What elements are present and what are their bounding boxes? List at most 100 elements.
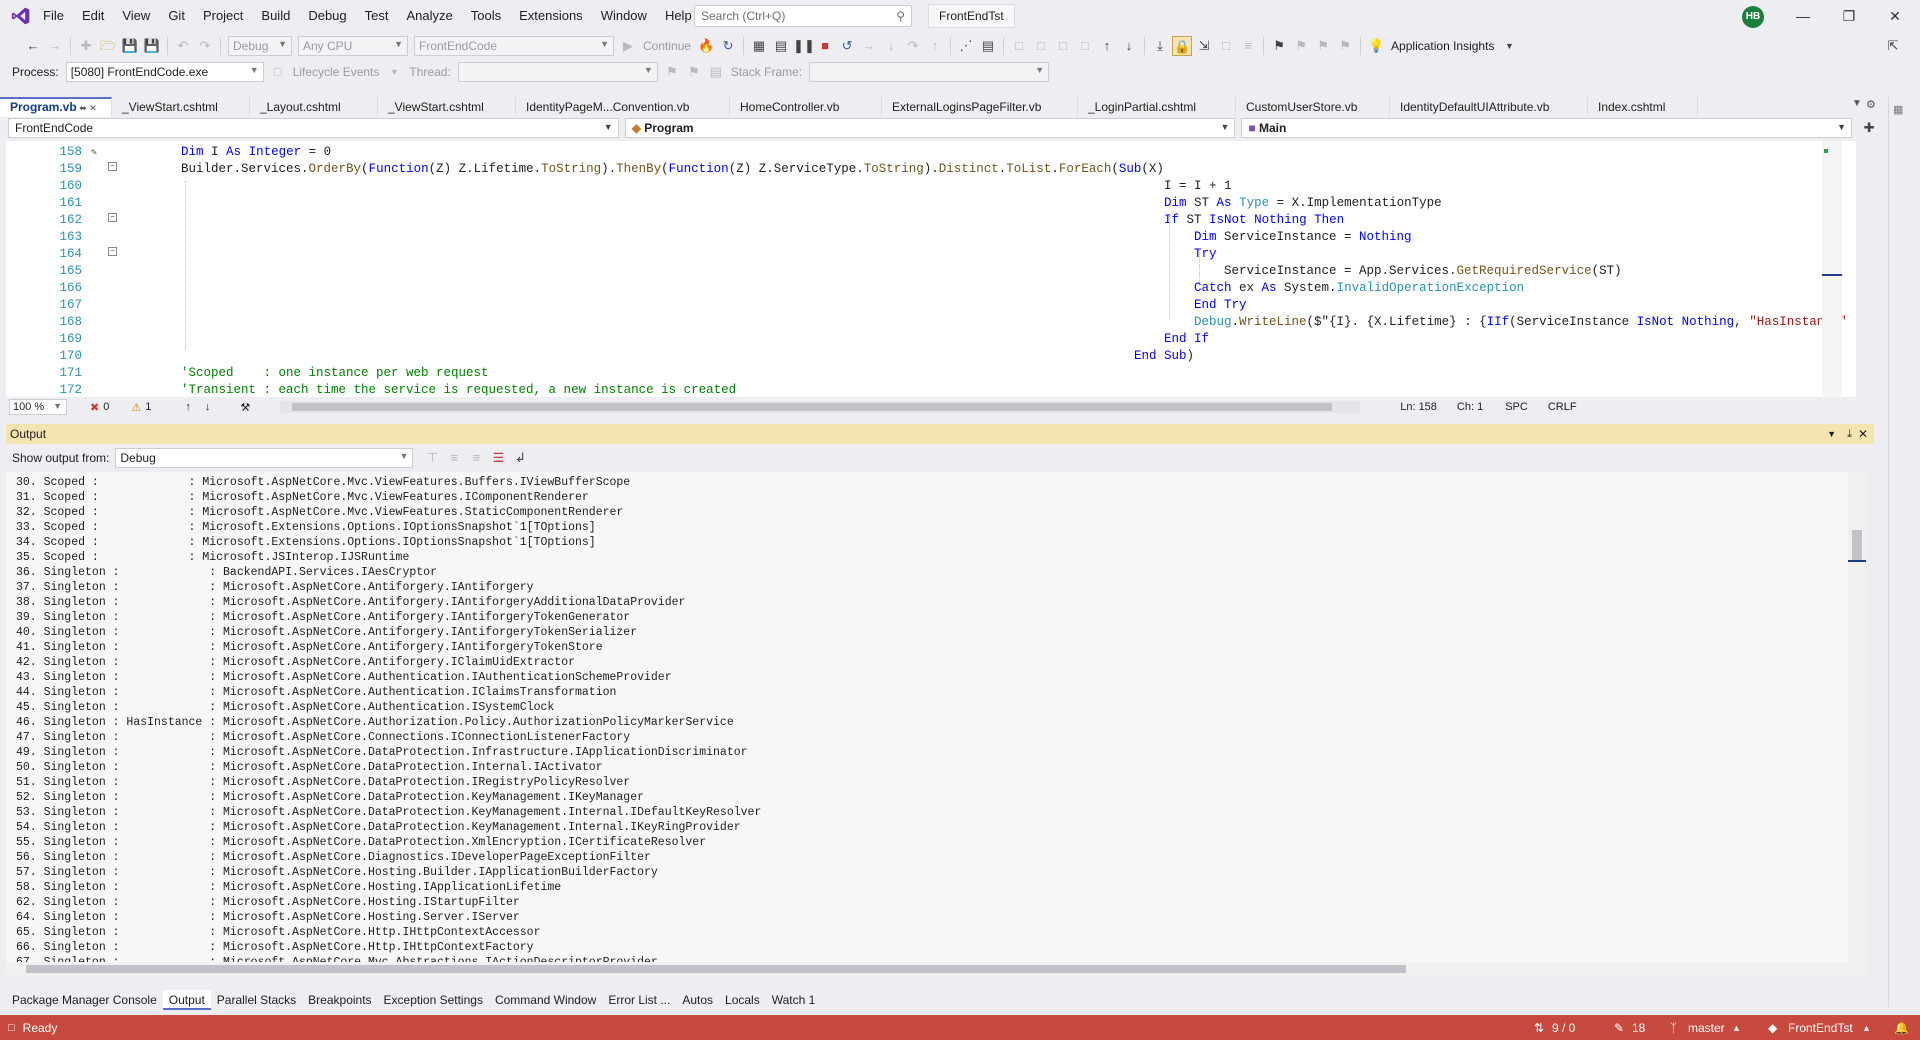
branch-name[interactable]: master — [1688, 1021, 1725, 1035]
minimize-icon[interactable]: — — [1780, 0, 1826, 32]
tool-window-tab[interactable]: Autos — [676, 990, 719, 1010]
tool-window-tab[interactable]: Parallel Stacks — [211, 990, 302, 1010]
tool-window-tab[interactable]: Package Manager Console — [6, 990, 163, 1010]
output-text-area[interactable]: 30. Scoped : : Microsoft.AspNetCore.Mvc.… — [6, 472, 1866, 976]
editor-horizontal-scrollbar[interactable] — [280, 401, 1361, 413]
flag-thread-icon[interactable]: ⚑ — [662, 62, 682, 82]
close-tab-icon[interactable]: ⬌ ✕ — [77, 103, 97, 113]
platform-dropdown[interactable]: Any CPU ▼ — [298, 36, 408, 56]
align-icon[interactable]: ≡ — [1238, 36, 1258, 56]
class-dropdown[interactable]: ◆ Program ▼ — [624, 118, 1236, 138]
code-line[interactable]: 160 I = I + 1 — [6, 178, 1856, 195]
code-line[interactable]: 172 'Transient : each time the service is… — [6, 382, 1856, 397]
code-line[interactable]: 159 Builder.Services.OrderBy(Function(Z) … — [6, 161, 1856, 178]
continue-button[interactable]: Continue — [643, 39, 691, 53]
document-tab[interactable]: IdentityPageM...Convention.vb — [516, 97, 730, 117]
menu-view[interactable]: View — [113, 0, 159, 32]
tool-window-tab[interactable]: Error List ... — [602, 990, 676, 1010]
line-ending-indicator[interactable]: CRLF — [1548, 401, 1577, 413]
git-sync-icon[interactable]: ⇅ — [1534, 1021, 1544, 1035]
error-icon[interactable]: ✖ — [90, 401, 99, 414]
show-next-statement-icon[interactable]: → — [859, 36, 879, 56]
document-tab[interactable]: _Layout.cshtml — [250, 97, 378, 117]
git-sync-count[interactable]: 9 / 0 — [1552, 1021, 1575, 1035]
pin-icon[interactable]: ⤓ — [1847, 428, 1852, 441]
code-line[interactable]: 163 Dim ServiceInstance = Nothing — [6, 229, 1856, 246]
avatar[interactable]: HB — [1742, 6, 1764, 28]
document-tab[interactable]: CustomUserStore.vb — [1236, 97, 1390, 117]
tool-window-tab[interactable]: Watch 1 — [766, 990, 822, 1010]
startup-project-dropdown[interactable]: FrontEndCode ▼ — [414, 36, 614, 56]
tool-window-tab[interactable]: Output — [162, 990, 211, 1010]
move-down-icon[interactable]: ↓ — [1119, 36, 1139, 56]
clear-bookmarks-icon[interactable]: ⚑ — [1335, 36, 1355, 56]
restore-icon[interactable]: ❐ — [1826, 0, 1872, 32]
tool-window-tab[interactable]: Command Window — [489, 990, 602, 1010]
menu-git[interactable]: Git — [159, 0, 194, 32]
member-dropdown[interactable]: ■ Main ▼ — [1241, 118, 1853, 138]
stack-frame-dropdown[interactable]: ▼ — [809, 62, 1050, 82]
close-icon[interactable]: ✕ — [1872, 0, 1918, 32]
pin-icon[interactable]: ⤓ — [1150, 36, 1170, 56]
pencil-icon[interactable]: ✎ — [1614, 1021, 1624, 1035]
scrollbar-thumb[interactable] — [26, 965, 1406, 973]
output-horizontal-scrollbar[interactable] — [6, 962, 1866, 976]
document-tab[interactable]: _ViewStart.cshtml — [378, 97, 516, 117]
solution-name-badge[interactable]: FrontEndTst — [928, 4, 1015, 28]
thread-dropdown[interactable]: ▼ — [457, 62, 658, 82]
chevron-down-icon[interactable]: ▼ — [1827, 429, 1836, 439]
document-tab[interactable]: Index.cshtml — [1588, 97, 1698, 117]
code-line[interactable]: 169 End If — [6, 331, 1856, 348]
chevron-up-icon[interactable]: ▲ — [1732, 1023, 1741, 1033]
menu-debug[interactable]: Debug — [299, 0, 355, 32]
code-line[interactable]: 168 Debug.WriteLine($"{I}. {X.Lifetime} :… — [6, 314, 1856, 331]
line-indicator[interactable]: Ln: 158 — [1400, 401, 1437, 413]
code-line[interactable]: 171 'Scoped : one instance per web reques… — [6, 365, 1856, 382]
fold-toggle-icon[interactable]: − — [108, 213, 117, 222]
previous-issue-icon[interactable]: ↑ — [185, 401, 191, 413]
code-line[interactable]: 166 Catch ex As System.InvalidOperationEx… — [6, 280, 1856, 297]
prev-bookmark-icon[interactable]: ⚑ — [1291, 36, 1311, 56]
tab-overflow-icon[interactable]: ▼ — [1852, 98, 1862, 109]
find-message-icon[interactable]: ⊤ — [422, 448, 442, 468]
document-tab[interactable]: IdentityDefaultUIAttribute.vb — [1390, 97, 1588, 117]
move-up-icon[interactable]: ↑ — [1097, 36, 1117, 56]
break-all-icon[interactable]: ❚❚ — [793, 36, 815, 56]
code-line[interactable]: 161 Dim ST As Type = X.ImplementationType — [6, 195, 1856, 212]
save-icon[interactable]: 💾 — [120, 36, 140, 56]
editor-vertical-scrollbar[interactable] — [1822, 141, 1842, 397]
repository-icon[interactable]: ◆ — [1768, 1021, 1777, 1035]
warning-icon[interactable]: ⚠ — [131, 401, 141, 414]
diagnostic-tools-icon[interactable]: ⋰ — [956, 36, 976, 56]
output-vertical-scrollbar[interactable] — [1848, 472, 1866, 976]
code-line[interactable]: 164 Try — [6, 246, 1856, 263]
save-all-icon[interactable]: 💾 — [142, 36, 162, 56]
navigate-forward-icon[interactable]: → — [45, 36, 65, 56]
notifications-icon[interactable]: 🔔 — [1894, 1021, 1909, 1035]
menu-window[interactable]: Window — [592, 0, 656, 32]
tool-window-tab[interactable]: Locals — [719, 990, 766, 1010]
spacing-indicator[interactable]: SPC — [1505, 401, 1528, 413]
menu-file[interactable]: File — [34, 0, 73, 32]
menu-build[interactable]: Build — [252, 0, 299, 32]
document-tab[interactable]: _LoginPartial.cshtml — [1078, 97, 1236, 117]
branch-icon[interactable]: ᛉ — [1670, 1021, 1677, 1035]
gear-icon[interactable]: ⚙ — [1866, 98, 1876, 111]
clear-all-icon[interactable]: ☰ — [488, 448, 508, 468]
next-issue-icon[interactable]: ↓ — [205, 401, 211, 413]
output-menu-icon[interactable]: ▤ — [978, 36, 998, 56]
code-line[interactable]: 170 End Sub) — [6, 348, 1856, 365]
menu-extensions[interactable]: Extensions — [510, 0, 592, 32]
close-icon[interactable]: ✕ — [1858, 427, 1868, 441]
tool-window-tab[interactable]: Breakpoints — [302, 990, 377, 1010]
chevron-up-icon[interactable]: ▲ — [1862, 1023, 1871, 1033]
step-out-icon[interactable]: ↑ — [925, 36, 945, 56]
zoom-dropdown[interactable]: 100 % ▼ — [9, 399, 67, 415]
menu-edit[interactable]: Edit — [73, 0, 113, 32]
new-project-icon[interactable]: ✚ — [76, 36, 96, 56]
word-wrap-icon[interactable]: ↲ — [510, 448, 530, 468]
menu-analyze[interactable]: Analyze — [397, 0, 461, 32]
solution-explorer-tab-icon[interactable]: ▦ — [1893, 103, 1903, 116]
next-bookmark-icon[interactable]: ⚑ — [1313, 36, 1333, 56]
project-dropdown[interactable]: FrontEndCode ▼ — [8, 118, 619, 138]
